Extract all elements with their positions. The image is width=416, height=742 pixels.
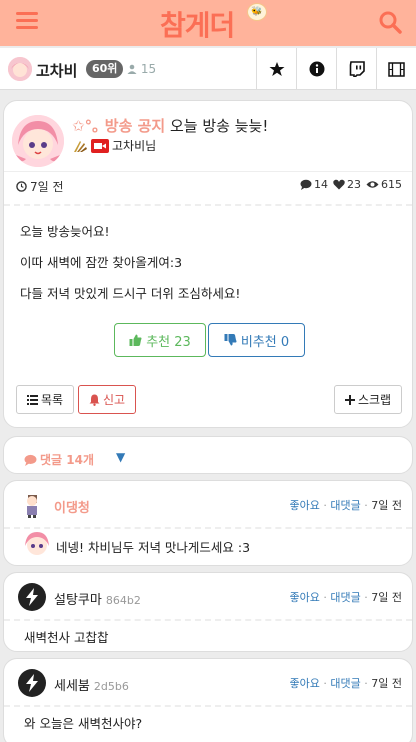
hamburger-menu-icon[interactable] xyxy=(16,12,38,30)
logo-bee-badge: 🐝 xyxy=(247,3,267,21)
post-body-line: 이따 새벽에 잠깐 찾아올게여:3 xyxy=(20,255,183,270)
comments-count-label: 댓글 14개 xyxy=(24,451,94,468)
comment-text: 와 오늘은 새벽천사야? xyxy=(24,716,143,731)
post-title-text: 오늘 방송 늦늦! xyxy=(170,117,269,135)
comment-item: 이댕청 좋아요 · 대댓글 · 7일 전 네넹! 차비님두 저녁 맛나게드세요 … xyxy=(3,480,413,566)
author-name[interactable]: 고차비님 xyxy=(112,137,156,154)
rank-badge: 60위 xyxy=(86,60,124,78)
comment-date: 7일 전 xyxy=(371,499,402,512)
comment-text: 새벽천사 고찹찹 xyxy=(24,630,109,645)
post-title: ✩°｡ 방송 공지 오늘 방송 늦늦! xyxy=(72,115,268,136)
upvote-label: 추천 23 xyxy=(146,334,191,350)
divider xyxy=(4,171,412,172)
downvote-label: 비추천 0 xyxy=(240,334,290,350)
like-count: 23 xyxy=(333,178,361,191)
view-count: 615 xyxy=(366,178,402,191)
comment-date: 7일 전 xyxy=(371,591,402,604)
comment-item: 세세붐 2d5b6 좋아요 · 대댓글 · 7일 전 와 오늘은 새벽천사야? xyxy=(3,658,413,742)
scrap-button[interactable]: 스크랩 xyxy=(334,385,402,414)
divider xyxy=(4,527,412,529)
heart-icon xyxy=(333,179,345,190)
commenter-name[interactable]: 세세붐 2d5b6 xyxy=(54,675,129,694)
divider xyxy=(4,619,412,621)
eye-icon xyxy=(366,181,379,188)
comment-count: 14 xyxy=(300,178,328,191)
divider xyxy=(4,204,412,206)
bell-icon xyxy=(89,394,100,406)
viewer-count: 15 xyxy=(127,62,156,76)
search-icon[interactable] xyxy=(378,10,402,34)
comment-date: 7일 전 xyxy=(371,677,402,690)
commenter-name[interactable]: 이댕청 xyxy=(54,497,90,516)
post-category[interactable]: ✩°｡ 방송 공지 xyxy=(72,117,165,135)
upvote-button[interactable]: 추천 23 xyxy=(114,323,206,357)
report-label: 신고 xyxy=(102,393,126,407)
downvote-button[interactable]: 비추천 0 xyxy=(208,323,305,357)
report-button[interactable]: 신고 xyxy=(78,385,136,414)
viewer-count-value: 15 xyxy=(140,62,157,76)
comment-reply-link[interactable]: 대댓글 xyxy=(330,499,360,512)
lightning-avatar-icon[interactable] xyxy=(18,669,46,697)
comment-like-link[interactable]: 좋아요 xyxy=(290,591,320,604)
video-button[interactable] xyxy=(376,48,416,90)
commenter-name[interactable]: 설탕쿠마 864b2 xyxy=(54,589,141,608)
commenter-hash: 864b2 xyxy=(105,594,141,607)
channel-bar: 고차비 60위 15 xyxy=(0,48,416,90)
site-logo[interactable]: 참게더 xyxy=(160,4,235,44)
channel-name[interactable]: 고차비 xyxy=(36,60,77,81)
favorite-button[interactable] xyxy=(256,48,296,90)
info-button[interactable] xyxy=(296,48,336,90)
comment-actions: 좋아요 · 대댓글 · 7일 전 xyxy=(289,677,403,690)
comment-like-link[interactable]: 좋아요 xyxy=(290,499,320,512)
comment-actions: 좋아요 · 대댓글 · 7일 전 xyxy=(289,499,403,512)
fan-badge-icon xyxy=(74,140,87,152)
clock-icon xyxy=(16,181,27,192)
top-bar: 참게더 🐝 xyxy=(0,0,416,46)
scrap-label: 스크랩 xyxy=(357,393,392,407)
star-icon xyxy=(269,62,284,76)
comments-toggle-caret[interactable]: ▼ xyxy=(116,450,125,464)
channel-avatar[interactable] xyxy=(8,57,32,81)
comment-icon xyxy=(300,179,312,190)
comment-like-link[interactable]: 좋아요 xyxy=(290,677,320,690)
commenter-avatar[interactable] xyxy=(18,491,46,519)
lightning-avatar-icon[interactable] xyxy=(18,583,46,611)
info-icon xyxy=(309,61,324,77)
post-card: ✩°｡ 방송 공지 오늘 방송 늦늦! 고차비님 7일 전 14 23 615 … xyxy=(3,100,413,428)
user-icon xyxy=(127,64,137,74)
post-stats: 14 23 615 xyxy=(300,178,402,191)
list-button[interactable]: 목록 xyxy=(16,385,74,414)
post-body-line: 오늘 방송늦어요! xyxy=(20,224,110,239)
comment-reply-link[interactable]: 대댓글 xyxy=(330,677,360,690)
post-date-text: 7일 전 xyxy=(30,180,64,194)
post-date: 7일 전 xyxy=(16,178,64,195)
comment-icon xyxy=(24,454,37,466)
twitch-icon xyxy=(349,61,365,77)
list-label: 목록 xyxy=(40,393,64,407)
commenter-hash: 2d5b6 xyxy=(93,680,129,693)
plus-icon xyxy=(344,394,355,405)
comment-actions: 좋아요 · 대댓글 · 7일 전 xyxy=(289,591,403,604)
divider xyxy=(4,705,412,707)
film-icon xyxy=(388,61,405,77)
post-author[interactable]: 고차비님 xyxy=(72,137,156,154)
list-icon xyxy=(26,394,38,405)
comment-item: 설탕쿠마 864b2 좋아요 · 대댓글 · 7일 전 새벽천사 고찹찹 xyxy=(3,572,413,652)
comments-header: 댓글 14개 ▼ xyxy=(3,436,413,474)
post-body-line: 다들 저녁 맛있게 드시구 더위 조심하세요! xyxy=(20,286,241,301)
twitch-button[interactable] xyxy=(336,48,376,90)
thumbs-down-icon xyxy=(224,334,237,346)
comment-reply-link[interactable]: 대댓글 xyxy=(330,591,360,604)
comment-text: 네넹! 차비님두 저녁 맛나게드세요 :3 xyxy=(56,540,251,555)
comment-sticker-avatar xyxy=(22,529,52,559)
author-avatar[interactable] xyxy=(12,115,64,167)
thumbs-up-icon xyxy=(129,334,142,346)
streamer-camera-icon xyxy=(91,138,109,153)
